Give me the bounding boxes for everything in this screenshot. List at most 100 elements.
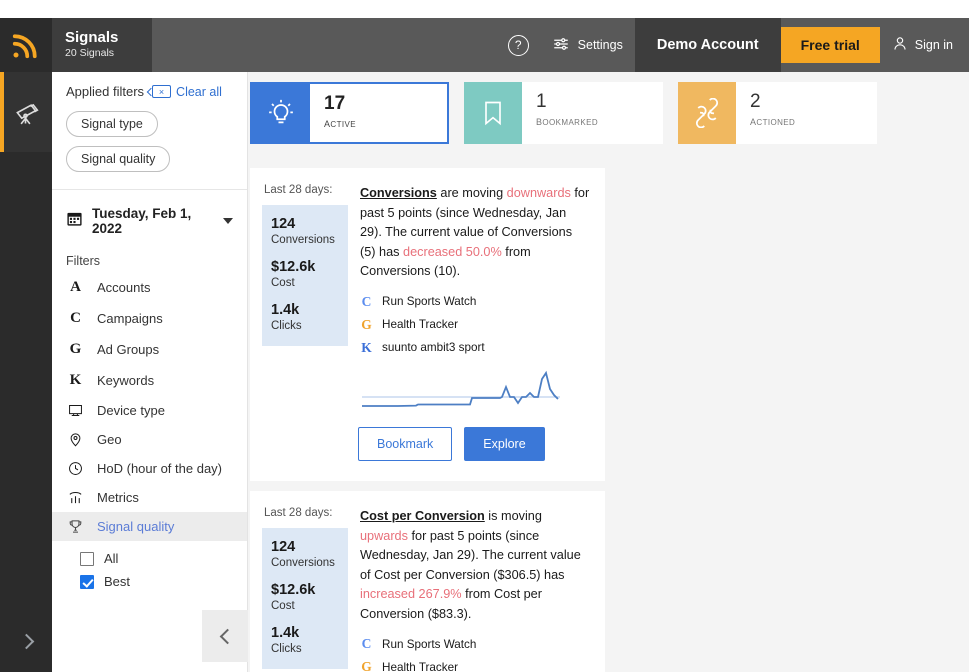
list-item[interactable]: C Run Sports Watch — [360, 636, 591, 652]
card-metrics-box: 124 Conversions $12.6k Cost 1.4k Clicks — [262, 205, 348, 346]
signal-card[interactable]: Last 28 days: 124 Conversions $12.6k Cos… — [250, 491, 605, 672]
telescope-icon[interactable] — [0, 72, 52, 152]
signal-count: 20 Signals — [65, 47, 115, 59]
chip-signal-type[interactable]: Signal type — [66, 111, 158, 137]
status-cards: 17 Active 1 Bookmarked — [248, 72, 969, 144]
metric-label: Conversions — [271, 234, 335, 246]
signal-quality-checkboxes: All Best — [52, 541, 247, 589]
sidebar-item-hod[interactable]: HoD (hour of the day) — [52, 454, 247, 483]
card-metrics-column: Last 28 days: 124 Conversions $12.6k Cos… — [262, 184, 348, 469]
card-period-label: Last 28 days: — [264, 184, 333, 196]
status-card-active[interactable]: 17 Active — [250, 82, 449, 144]
help-icon: ? — [507, 34, 529, 56]
change-word: decreased 50.0% — [403, 244, 502, 259]
card-entity-list: C Run Sports Watch G Health Tracker K su… — [360, 636, 591, 672]
sidebar-item-label: Keywords — [97, 373, 155, 388]
window-top-strip — [0, 0, 969, 18]
chip-signal-quality[interactable]: Signal quality — [66, 146, 171, 172]
sidebar-item-label: Campaigns — [97, 311, 163, 326]
sidebar-item-device-type[interactable]: Device type — [52, 396, 247, 425]
sidebar-item-label: Device type — [97, 403, 165, 418]
sidebar-item-keywords[interactable]: K Keywords — [52, 365, 247, 396]
checkbox-label: Best — [104, 574, 131, 589]
sidebar-item-ad-groups[interactable]: G Ad Groups — [52, 334, 247, 365]
status-label: Bookmarked — [536, 113, 599, 128]
checkbox-label: All — [104, 551, 119, 566]
sidebar-item-signal-quality[interactable]: Signal quality — [52, 512, 247, 541]
account-tab[interactable]: Demo Account — [634, 18, 781, 72]
free-trial-button[interactable]: Free trial — [780, 27, 880, 63]
sidebar-item-accounts[interactable]: A Accounts — [52, 272, 247, 303]
status-card-actioned[interactable]: 2 Actioned — [678, 82, 877, 144]
applied-filters-label: Applied filters — [66, 84, 145, 99]
bookmark-button[interactable]: Bookmark — [358, 427, 453, 461]
card-insight-text: Conversions are moving downwards for pas… — [360, 184, 591, 282]
left-icon-rail — [0, 18, 52, 672]
metric-value: 124 — [271, 539, 296, 555]
metric-value: 1.4k — [271, 625, 300, 641]
clear-all-label: Clear all — [176, 84, 222, 99]
card-entity-list: C Run Sports Watch G Health Tracker K su… — [360, 294, 591, 356]
applied-chips: Signal type Signal quality — [52, 99, 247, 181]
settings-button[interactable]: Settings — [539, 18, 635, 72]
sidebar-item-label: HoD (hour of the day) — [97, 461, 223, 476]
status-label: Active — [324, 115, 356, 130]
list-item[interactable]: G Health Tracker — [360, 659, 591, 672]
letter-k-icon: K — [361, 339, 372, 355]
entity-label: Health Tracker — [382, 318, 458, 331]
chevron-right-icon — [18, 633, 34, 649]
date-picker[interactable]: Tuesday, Feb 1, 2022 — [52, 190, 247, 236]
status-card-body: 1 Bookmarked — [522, 82, 598, 144]
expand-rail-button[interactable] — [0, 610, 52, 672]
collapse-sidebar-button[interactable] — [202, 610, 248, 662]
list-item[interactable]: C Run Sports Watch — [360, 294, 591, 310]
user-icon — [892, 35, 908, 55]
list-item[interactable]: K suunto ambit3 sport — [360, 340, 591, 356]
checkbox-row-all[interactable]: All — [80, 551, 233, 566]
sidebar-item-geo[interactable]: Geo — [52, 425, 247, 454]
metric-label: Conversions — [271, 557, 335, 569]
list-item[interactable]: G Health Tracker — [360, 317, 591, 333]
lightbulb-icon — [252, 84, 310, 142]
rss-signal-icon[interactable] — [0, 18, 52, 72]
help-button[interactable]: ? — [498, 18, 539, 72]
sidebar-item-metrics[interactable]: Metrics — [52, 483, 247, 512]
chevron-down-icon — [223, 218, 233, 224]
letter-g-icon: G — [69, 341, 82, 357]
entity-label: Health Tracker — [382, 660, 458, 672]
status-count: 1 — [536, 91, 547, 112]
applied-filters-row: Applied filters × Clear all — [52, 72, 247, 99]
signin-button[interactable]: Sign in — [880, 18, 969, 72]
device-icon — [66, 403, 85, 418]
entity-label: suunto ambit3 sport — [382, 341, 485, 354]
metric-link[interactable]: Cost per Conversion — [360, 509, 485, 523]
card-body: Cost per Conversion is moving upwards fo… — [360, 507, 591, 672]
signal-card[interactable]: Last 28 days: 124 Conversions $12.6k Cos… — [250, 168, 605, 481]
settings-icon — [551, 35, 571, 56]
card-metrics-box: 124 Conversions $12.6k Cost 1.4k Clicks — [262, 528, 348, 669]
checkbox-row-best[interactable]: Best — [80, 574, 233, 589]
header-spacer — [152, 18, 498, 72]
letter-c-icon: C — [70, 310, 81, 326]
metric-label: Cost — [271, 600, 295, 612]
card-period-label: Last 28 days: — [264, 507, 333, 519]
checkbox-best[interactable] — [80, 574, 94, 589]
metric-label: Clicks — [271, 643, 302, 655]
status-card-bookmarked[interactable]: 1 Bookmarked — [464, 82, 663, 144]
clock-icon — [66, 461, 85, 476]
metric-link[interactable]: Conversions — [360, 186, 437, 200]
status-count: 17 — [324, 93, 346, 114]
calendar-icon — [66, 210, 83, 232]
main-content: 17 Active 1 Bookmarked — [248, 72, 969, 672]
card-metrics-column: Last 28 days: 124 Conversions $12.6k Cos… — [262, 507, 348, 672]
checkbox-all[interactable] — [80, 551, 94, 566]
bar-chart-icon — [66, 490, 85, 505]
trophy-icon — [66, 519, 85, 534]
clear-all-button[interactable]: × Clear all — [152, 85, 222, 99]
explore-button[interactable]: Explore — [464, 427, 545, 461]
metric-value: $12.6k — [271, 259, 316, 275]
sidebar-item-campaigns[interactable]: C Campaigns — [52, 303, 247, 334]
card-actions: Bookmark Explore — [358, 427, 545, 461]
clear-icon: × — [152, 85, 172, 98]
metric-value: 1.4k — [271, 302, 300, 318]
